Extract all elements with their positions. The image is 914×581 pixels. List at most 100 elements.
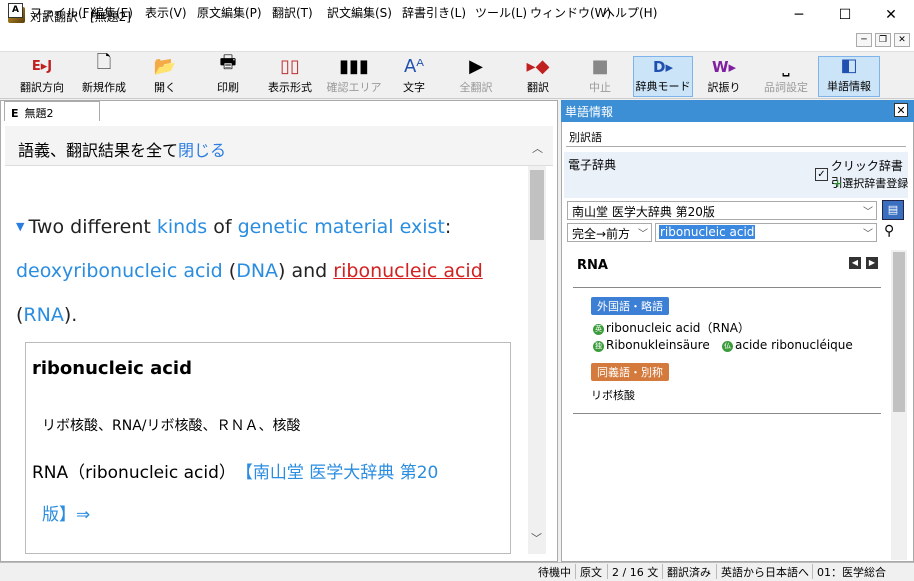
entry-divider-2	[573, 413, 881, 414]
translate-all-button[interactable]: ▶ 全翻訳	[454, 56, 498, 97]
binoculars-search-icon[interactable]: ⚲	[884, 223, 894, 239]
collapse-text: 語義、翻訳結果を全て閉じる	[18, 141, 227, 160]
confirm-area-button[interactable]: ▮▮▮ 確認エリア	[326, 56, 382, 97]
definition-term: RNA（ribonucleic acid） 【南山堂 医学大辞典 第20	[32, 463, 439, 483]
abbr-german: 独 Ribonukleinsäure	[593, 338, 710, 352]
stop-icon: ■	[591, 56, 609, 77]
furigana-button[interactable]: W▸ 訳振り	[702, 56, 746, 97]
match-mode-select[interactable]: 完全→前方 ﹀	[567, 223, 652, 242]
menu-translate[interactable]: 翻訳(T)	[272, 4, 313, 21]
mdi-minimize-button[interactable]: ─	[856, 33, 872, 47]
menu-tools[interactable]: ツール(L)	[475, 4, 527, 21]
document-scroll-thumb[interactable]	[530, 170, 544, 240]
expand-triangle-icon[interactable]: ▼	[16, 220, 24, 233]
dictionary-book-icon[interactable]: ▤	[882, 200, 904, 220]
definition-japanese: リボ核酸、RNA/リボ核酸、ＲＮＡ、核酸	[42, 418, 301, 434]
english-icon: 英	[593, 324, 604, 335]
chevron-down-icon: ﹀	[863, 207, 873, 218]
status-view: 原文	[575, 564, 602, 579]
columns-icon: ▮▮▮	[339, 56, 369, 77]
font-button[interactable]: Aᴬ 文字	[392, 56, 436, 97]
definition-heading: ribonucleic acid	[32, 358, 192, 379]
stop-button[interactable]: ■ 中止	[580, 56, 620, 97]
open-button[interactable]: 📂 開く	[140, 56, 190, 97]
collapse-chevron-icon[interactable]: ︿	[532, 140, 543, 156]
dictionary-source-link-cont[interactable]: 版】⇒	[42, 500, 90, 525]
play-icon: ▶	[469, 56, 483, 77]
maximize-button[interactable]: ☐	[822, 0, 868, 30]
word-rna[interactable]: RNA	[23, 304, 63, 326]
font-icon: Aᴬ	[403, 56, 425, 77]
menu-file[interactable]: ファイル(F)	[30, 4, 94, 21]
new-file-icon: 🗋	[96, 52, 112, 73]
synonym-badge: 同義語・別称	[591, 363, 669, 381]
pos-icon: ⎵	[782, 56, 790, 77]
word-info-scroll-thumb[interactable]	[893, 252, 905, 412]
entry-title: RNA	[577, 258, 608, 273]
search-input[interactable]: ribonucleic acid ﹀	[655, 223, 877, 242]
dictionary-icon: D▸	[653, 57, 673, 76]
part-of-speech-button[interactable]: ⎵ 品詞設定	[758, 56, 814, 97]
word-info-button[interactable]: ◧ 単語情報	[818, 55, 880, 97]
word-dna-full[interactable]: deoxyribonucleic acid	[16, 260, 223, 282]
word-icon: W▸	[711, 57, 737, 76]
german-icon: 独	[593, 341, 604, 352]
menu-help[interactable]: ヘルプ(H)	[603, 4, 657, 21]
menu-source-edit[interactable]: 原文編集(P)	[197, 4, 262, 21]
abbr-english: 英 ribonucleic acid（RNA）	[593, 321, 750, 335]
french-icon: 仏	[722, 341, 733, 352]
chevron-down-icon: ﹀	[863, 229, 873, 240]
status-state: 待機中	[538, 566, 571, 579]
tab-alternative-translations[interactable]: 別訳語	[566, 126, 624, 146]
menu-view[interactable]: 表示(V)	[145, 4, 187, 21]
plus-icon: +	[833, 177, 843, 190]
layout-icon: ▯▯	[280, 56, 300, 77]
menu-bar	[0, 30, 914, 52]
word-info-header: 単語情報	[561, 100, 914, 122]
next-entry-icon[interactable]: ▶	[866, 257, 878, 269]
status-translated: 翻訳済み	[662, 564, 711, 579]
phrase-genetic-material[interactable]: genetic material exist	[238, 216, 445, 238]
dictionary-label: 電子辞典	[568, 158, 617, 172]
chevron-down-icon: ﹀	[638, 229, 648, 240]
word-dna[interactable]: DNA	[236, 260, 278, 282]
mdi-restore-button[interactable]: ❐	[875, 33, 891, 47]
menu-window[interactable]: ウィンドウ(W)	[530, 4, 611, 21]
status-sentence: 2 / 16 文	[607, 564, 658, 579]
new-document-button[interactable]: 🗋 新規作成	[76, 52, 132, 97]
close-all-link[interactable]: 閉じる	[178, 141, 226, 160]
checkbox-icon[interactable]: ✓	[815, 167, 828, 181]
menu-translation-edit[interactable]: 訳文編集(S)	[327, 4, 392, 21]
select-dictionary-link[interactable]: +選択辞書登録	[833, 175, 908, 191]
print-button[interactable]: 🖶 印刷	[204, 52, 252, 97]
source-paragraph[interactable]: ▼ Two different kinds of genetic material…	[16, 205, 521, 337]
word-kinds[interactable]: kinds	[157, 216, 207, 238]
folder-icon: 📂	[153, 56, 177, 77]
panel-close-icon[interactable]: ✕	[894, 103, 908, 117]
status-direction: 英語から日本語へ	[716, 564, 809, 579]
dictionary-source-link[interactable]: 【南山堂 医学大辞典 第20	[244, 463, 438, 483]
minimize-button[interactable]: ─	[776, 0, 822, 30]
document-icon[interactable]: A	[8, 3, 23, 18]
tab-divider	[566, 146, 906, 147]
panel-icon: ◧	[840, 55, 858, 76]
document-tab[interactable]: E 無題2	[4, 101, 100, 121]
prev-entry-icon[interactable]: ◀	[849, 257, 861, 269]
translation-direction-button[interactable]: E▸J 翻訳方向	[14, 56, 70, 97]
ej-icon: E▸J	[31, 59, 53, 74]
translate-button[interactable]: ▸◆ 翻訳	[518, 56, 558, 97]
abbr-french: 仏 acide ribonucléique	[722, 338, 853, 352]
dictionary-select[interactable]: 南山堂 医学大辞典 第20版 ﹀	[567, 201, 877, 220]
translate-icon: ▸◆	[526, 56, 550, 77]
dictionary-mode-button[interactable]: D▸ 辞典モード	[633, 56, 693, 97]
synonym: リボ核酸	[591, 389, 635, 402]
menu-edit[interactable]: 編集(E)	[92, 4, 133, 21]
scroll-down-icon[interactable]: ﹀	[531, 530, 542, 546]
menu-dictionary[interactable]: 辞書引き(L)	[402, 4, 466, 21]
word-rna-full-selected[interactable]: ribonucleic acid	[333, 260, 482, 282]
status-field: 01：医学総合	[812, 564, 886, 579]
close-button[interactable]: ✕	[868, 0, 914, 30]
entry-divider	[573, 287, 881, 288]
mdi-close-button[interactable]: ✕	[894, 33, 910, 47]
display-format-button[interactable]: ▯▯ 表示形式	[262, 56, 318, 97]
